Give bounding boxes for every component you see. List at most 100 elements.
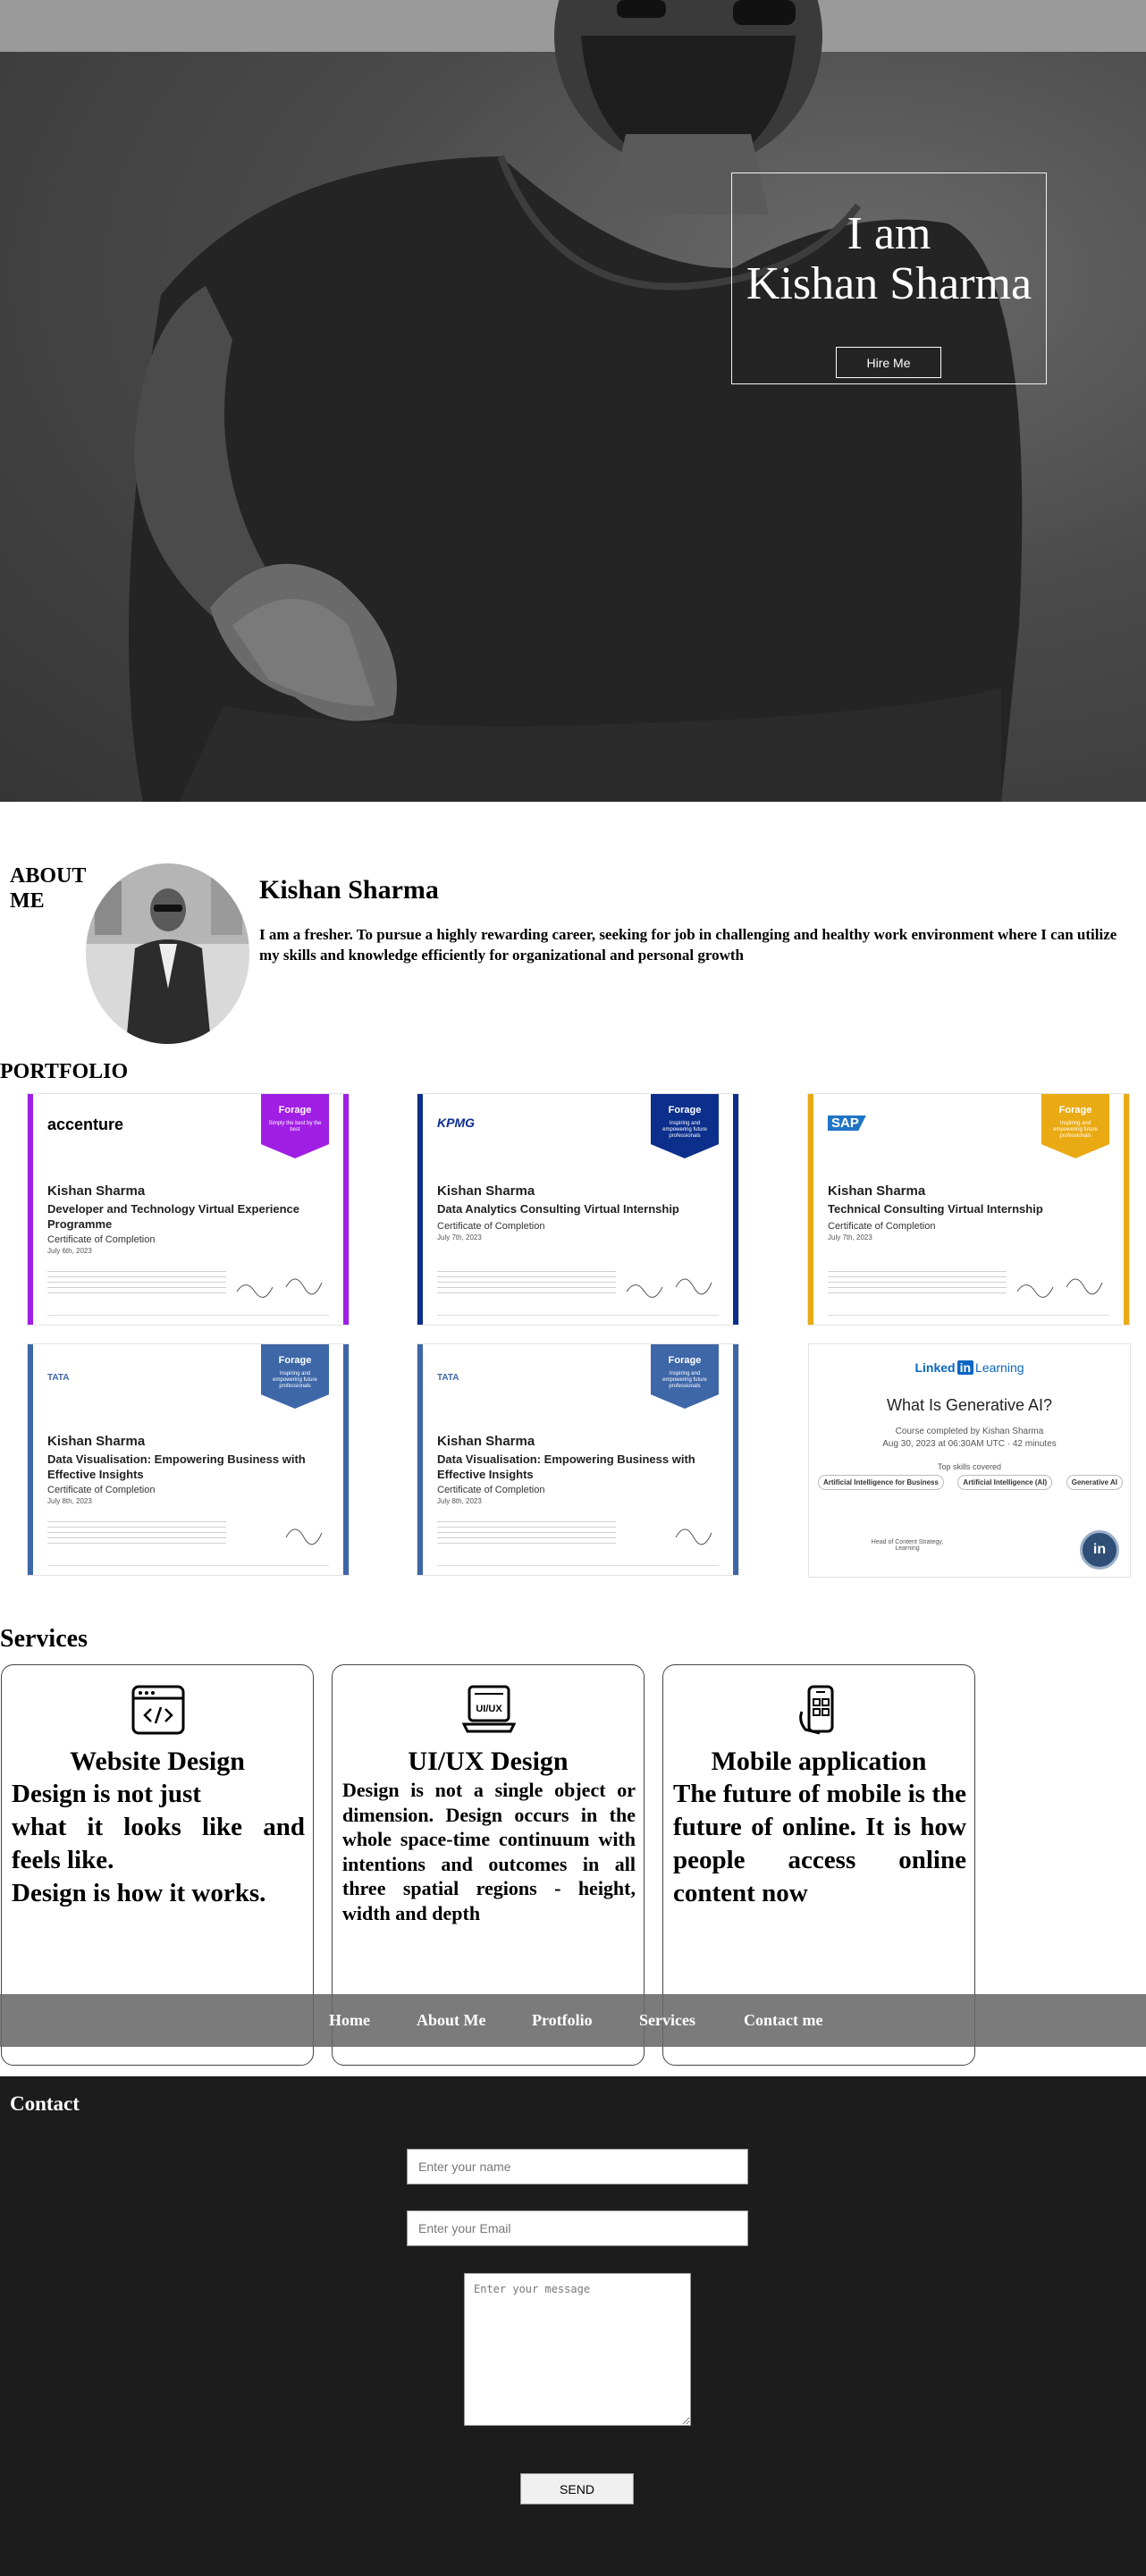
forage-badge: Forage Simply the best by the best xyxy=(261,1094,329,1158)
certificate-date: July 7th, 2023 xyxy=(437,1233,482,1242)
nav-portfolio[interactable]: Protfolio xyxy=(532,2011,593,2030)
email-field[interactable] xyxy=(407,2210,748,2246)
certificate-completion: Certificate of Completion xyxy=(47,1485,156,1495)
certificate-accent-bar xyxy=(417,1344,423,1575)
certificate-accent-bar xyxy=(343,1094,349,1325)
kpmg-logo: KPMG xyxy=(437,1115,475,1130)
certificate-sap[interactable]: SAP Forage Inspiring and empowering futu… xyxy=(807,1093,1130,1326)
certificate-signature xyxy=(285,1528,323,1545)
certificate-tata-2[interactable]: TATA Forage Inspiring and empowering fut… xyxy=(417,1343,739,1576)
hero-greeting: I am xyxy=(847,208,931,259)
accenture-logo: accenture xyxy=(47,1115,124,1133)
service-description: Design is not a single object or dimensi… xyxy=(342,1779,636,1924)
tata-logo: TATA xyxy=(437,1373,459,1383)
linkedin-learning-text: Learning xyxy=(975,1360,1024,1375)
certificate-completion: Certificate of Completion xyxy=(828,1221,936,1232)
certificate-linkedin-learning[interactable]: Linked in Learning What Is Generative AI? … xyxy=(808,1343,1131,1578)
certificate-kpmg[interactable]: KPMG Forage Inspiring and empowering fut… xyxy=(417,1093,739,1326)
linkedin-completion-date: Aug 30, 2023 at 06:30AM UTC · 42 minutes xyxy=(882,1439,1057,1449)
forage-badge-tagline: Inspiring and empowering future professi… xyxy=(273,1371,317,1389)
nav-about-me[interactable]: About Me xyxy=(417,2011,486,2030)
about-section-title: ABOUT ME xyxy=(10,864,86,913)
forage-badge: Forage Inspiring and empowering future p… xyxy=(261,1344,329,1409)
sap-logo: SAP xyxy=(828,1115,866,1131)
certificate-fine-print xyxy=(47,1521,226,1546)
certificate-footer-line xyxy=(437,1565,719,1566)
name-field[interactable] xyxy=(407,2149,748,2185)
certificate-fine-print xyxy=(47,1271,226,1296)
service-description: The future of mobile is the future of on… xyxy=(673,1780,966,1907)
service-title: Mobile application xyxy=(711,1747,927,1776)
certificate-title: Developer and Technology Virtual Experie… xyxy=(47,1202,299,1231)
certificate-accenture[interactable]: accenture Forage Simply the best by the … xyxy=(27,1093,350,1326)
forage-badge-tagline: Inspiring and empowering future professi… xyxy=(662,1371,707,1389)
about-profile-photo xyxy=(86,863,249,1044)
certificate-completion: Certificate of Completion xyxy=(47,1234,156,1245)
message-field[interactable] xyxy=(464,2273,691,2426)
main-nav-bar: Home About Me Protfolio Services Contact… xyxy=(0,1994,1146,2047)
certificate-fine-print xyxy=(437,1521,616,1546)
linkedin-completed-by: Course completed by Kishan Sharma xyxy=(895,1427,1044,1436)
certificate-accent-bar xyxy=(343,1344,349,1575)
certificate-accent-bar xyxy=(28,1344,33,1575)
certificate-accent-bar xyxy=(733,1344,738,1575)
service-title: Website Design xyxy=(70,1747,245,1776)
skill-pill: Artificial Intelligence (AI) xyxy=(957,1475,1053,1490)
skill-pill: Artificial Intelligence for Business xyxy=(818,1475,944,1490)
certificate-recipient: Kishan Sharma xyxy=(437,1183,535,1199)
certificate-title: Data Visualisation: Empowering Business … xyxy=(437,1452,695,1481)
linkedin-course-title: What Is Generative AI? xyxy=(886,1396,1053,1414)
about-description: I am a fresher. To pursue a highly rewar… xyxy=(259,926,1117,964)
portfolio-section-title: PORTFOLIO xyxy=(0,1060,129,1083)
forage-badge-tagline: Simply the best by the best xyxy=(268,1121,322,1132)
forage-badge: Forage Inspiring and empowering future p… xyxy=(1041,1094,1109,1158)
linkedin-brand-text: Linked xyxy=(914,1360,956,1375)
linkedin-top-skills-label: Top skills covered xyxy=(937,1462,1002,1471)
contact-section: Contact SEND xyxy=(0,2076,1146,2576)
certificate-signature xyxy=(675,1528,712,1545)
certificate-completion: Certificate of Completion xyxy=(437,1485,545,1495)
forage-badge-label: Forage xyxy=(668,1355,702,1366)
certificate-recipient: Kishan Sharma xyxy=(437,1434,535,1449)
linkedin-in-icon: in xyxy=(956,1360,974,1375)
service-description-line: what it looks like and xyxy=(12,1813,305,1841)
certificate-footer-line xyxy=(47,1315,329,1316)
ui-ux-icon-label: UI/UX xyxy=(476,1704,502,1714)
certificate-tata-1[interactable]: TATA Forage Inspiring and empowering fut… xyxy=(27,1343,350,1576)
certificate-accent-bar xyxy=(417,1094,423,1325)
nav-contact-me[interactable]: Contact me xyxy=(744,2011,822,2030)
service-description-line: feels like. xyxy=(12,1846,114,1874)
certificate-date: July 8th, 2023 xyxy=(437,1497,482,1505)
certificate-accent-bar xyxy=(1124,1094,1129,1325)
certificate-accent-bar xyxy=(808,1094,813,1325)
certificate-date: July 7th, 2023 xyxy=(828,1233,872,1242)
certificate-accent-bar xyxy=(28,1094,33,1325)
service-description: Design is not just what it looks like an… xyxy=(12,1778,305,1910)
certificate-title: Data Visualisation: Empowering Business … xyxy=(47,1452,306,1481)
forage-badge-tagline: Inspiring and empowering future professi… xyxy=(662,1121,707,1139)
skill-pill: Generative AI xyxy=(1066,1475,1123,1490)
forage-badge-label: Forage xyxy=(668,1105,702,1115)
hire-me-button[interactable]: Hire Me xyxy=(836,347,941,378)
certificate-footer-line xyxy=(47,1565,329,1566)
certificate-footer-line xyxy=(828,1315,1109,1316)
certificate-recipient: Kishan Sharma xyxy=(828,1183,926,1199)
nav-home[interactable]: Home xyxy=(329,2011,370,2030)
certificate-signatures xyxy=(1016,1278,1103,1298)
code-window-icon xyxy=(131,1685,185,1735)
certificate-completion: Certificate of Completion xyxy=(437,1221,545,1232)
send-button[interactable]: SEND xyxy=(520,2473,634,2504)
services-section-title: Services xyxy=(0,1625,88,1653)
certificate-signatures xyxy=(626,1278,712,1298)
service-description-line: Design is how it works. xyxy=(12,1879,266,1907)
contact-section-title: Contact xyxy=(10,2092,80,2115)
mobile-app-icon xyxy=(799,1685,834,1735)
certificate-recipient: Kishan Sharma xyxy=(47,1183,146,1199)
hero-section: I am Kishan Sharma Hire Me xyxy=(0,0,1146,802)
hero-intro-box: I am Kishan Sharma Hire Me xyxy=(731,173,1047,384)
hero-name: Kishan Sharma xyxy=(746,258,1032,309)
nav-services[interactable]: Services xyxy=(639,2011,695,2030)
hero-portrait-image xyxy=(129,0,1023,802)
certificate-accent-bar xyxy=(733,1094,738,1325)
forage-badge-tagline: Inspiring and empowering future professi… xyxy=(1053,1121,1098,1139)
